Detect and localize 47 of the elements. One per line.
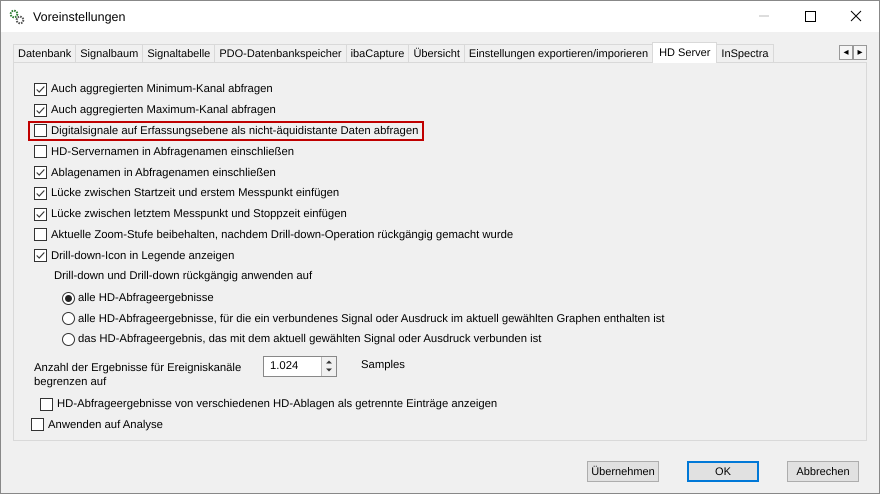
checkbox-label: Drill-down-Icon in Legende anzeigen — [51, 250, 234, 262]
scroll-left-button[interactable]: ◂ — [839, 45, 853, 60]
checkbox-label: Auch aggregierten Minimum-Kanal abfragen — [51, 83, 273, 96]
checkbox[interactable] — [34, 145, 47, 158]
radio-label: alle HD-Abfrageergebnisse — [78, 292, 214, 304]
checkbox[interactable] — [34, 186, 47, 200]
checkbox-label: Lücke zwischen Startzeit und erstem Messpunkt einfügen — [51, 187, 340, 200]
checkbox[interactable] — [34, 82, 47, 96]
checkbox-label: Aktuelle Zoom-Stufe beibehalten, nachdem Drill-down-Operation rückgängig gemacht wurde — [51, 228, 514, 241]
checkbox[interactable] — [34, 124, 47, 138]
checkbox[interactable] — [40, 398, 53, 411]
dialog-button[interactable]: Abbrechen — [787, 461, 859, 482]
radio-button[interactable] — [62, 332, 75, 346]
radio-label: alle HD-Abfrageergebnisse, für die ein verbundenes Signal oder Ausdruck im aktuell gewählten Graphen enthalten ist — [78, 312, 665, 325]
tab[interactable]: Einstellungen exportieren/imporieren — [464, 44, 654, 62]
radio-label: das HD-Abfrageergebnis, das mit dem aktuell gewählten Signal oder Ausdruck verbunden ist — [78, 333, 542, 346]
tab[interactable]: ibaCapture — [346, 44, 410, 62]
checkbox[interactable] — [34, 104, 47, 117]
number-field[interactable]: 1.024 — [263, 356, 337, 377]
checkbox[interactable] — [34, 166, 47, 180]
checkbox-label: Auch aggregierten Maximum-Kanal abfragen — [51, 104, 276, 116]
checkbox[interactable] — [31, 418, 44, 432]
group-label: Drill-down und Drill-down rückgängig anwenden auf — [54, 270, 314, 282]
tab[interactable]: Signaltabelle — [142, 44, 216, 62]
checkbox[interactable] — [34, 228, 47, 242]
checkbox-label: Digitalsignale auf Erfassungsebene als nicht-äquidistante Daten abfragen — [51, 124, 418, 137]
radio-button[interactable] — [62, 292, 75, 305]
checkbox[interactable] — [34, 249, 47, 262]
tab[interactable]: Datenbank — [13, 44, 76, 62]
tab[interactable]: HD Server — [652, 42, 718, 63]
radio-button[interactable] — [62, 312, 75, 326]
field-label: Anzahl der Ergebnisse für Ereigniskanäle begrenzen auf — [34, 360, 242, 389]
checkbox-label: Ablagenamen in Abfragenamen einschließen — [51, 166, 276, 179]
unit-label: Samples — [361, 358, 405, 371]
tab[interactable]: PDO-Datenbankspeicher — [214, 44, 347, 62]
dialog-button[interactable]: Übernehmen — [587, 461, 659, 482]
dialog-button[interactable]: OK — [687, 461, 759, 482]
scroll-right-button[interactable]: ▸ — [853, 45, 867, 60]
checkbox-label: HD-Servernamen in Abfragenamen einschließen — [51, 146, 294, 158]
checkbox-label: Anwenden auf Analyse — [48, 418, 163, 431]
window-title: Voreinstellungen — [33, 10, 126, 24]
checkbox-label: HD-Abfrageergebnisse von verschiedenen HD-Ablagen als getrennte Einträge anzeigen — [57, 398, 498, 410]
tab[interactable]: Signalbaum — [75, 44, 144, 62]
tab[interactable]: InSpectra — [716, 44, 774, 62]
checkbox-label: Lücke zwischen letztem Messpunkt und Stoppzeit einfügen — [51, 208, 347, 220]
gears-icon — [9, 8, 25, 24]
checkbox[interactable] — [34, 208, 47, 221]
